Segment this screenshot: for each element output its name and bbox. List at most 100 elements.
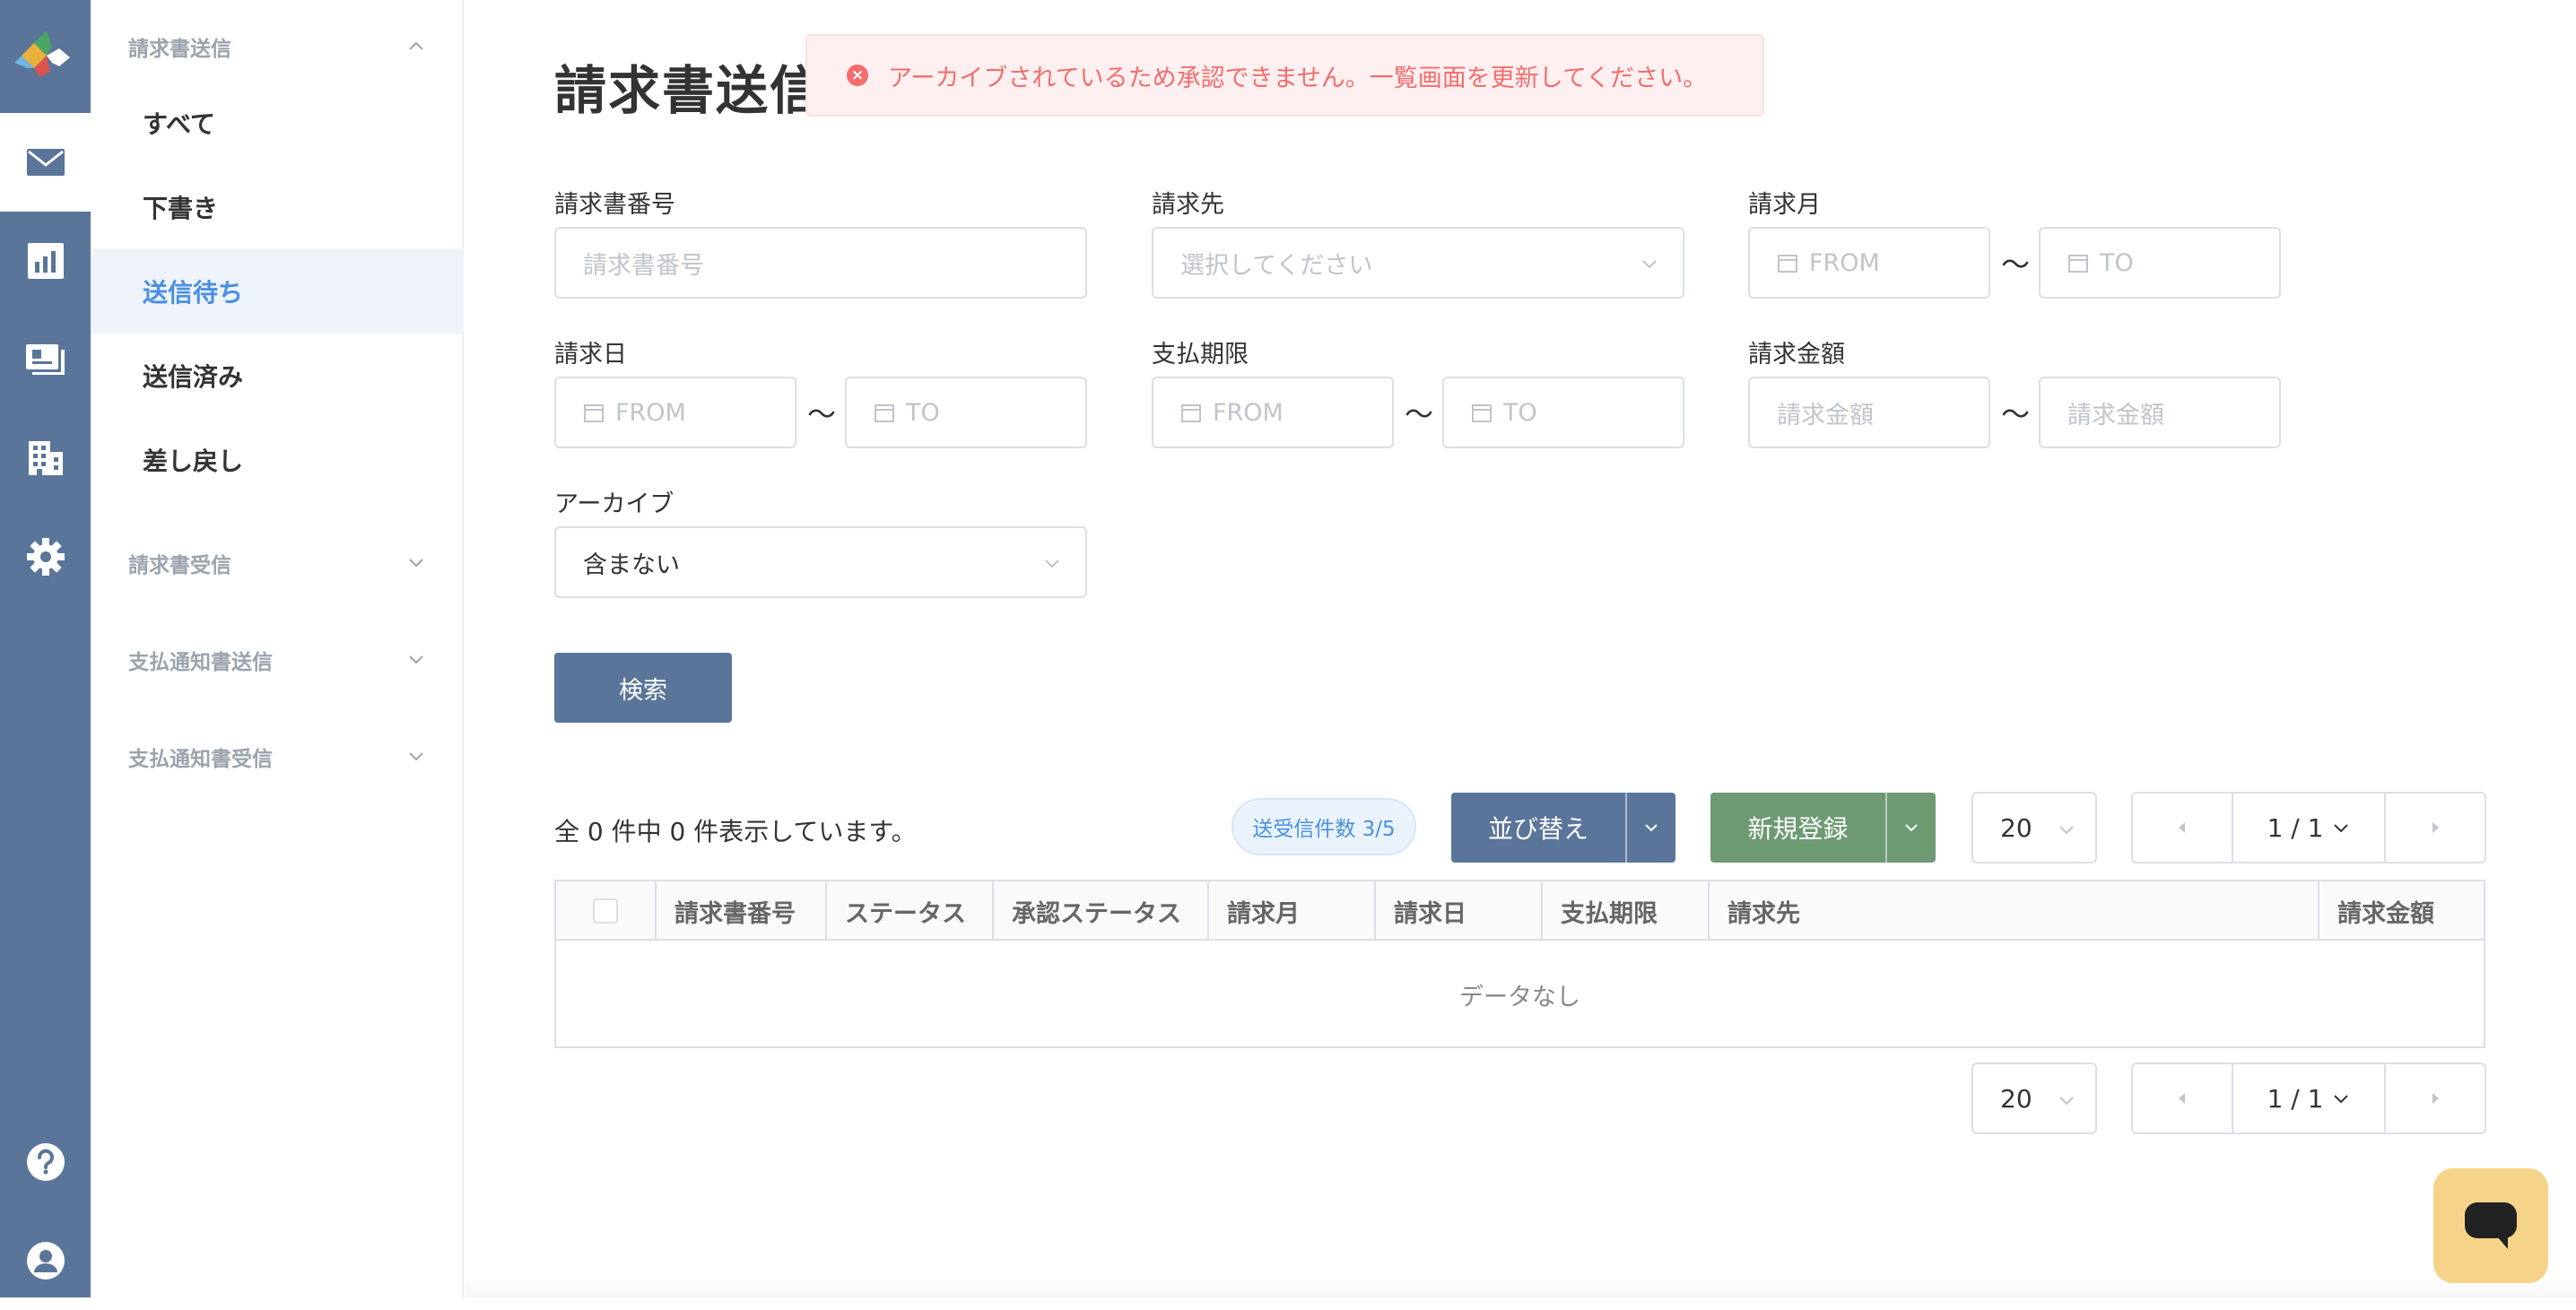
id-card-icon[interactable] xyxy=(0,310,91,409)
column-header[interactable]: 請求日 xyxy=(1376,881,1543,941)
chevron-down-icon xyxy=(2059,1097,2074,1106)
result-count-text: 全 0 件中 0 件表示しています。 xyxy=(554,817,917,846)
mail-icon[interactable] xyxy=(0,113,91,212)
error-icon: × xyxy=(847,65,868,86)
due-date-to-input[interactable]: TO xyxy=(1442,377,1684,448)
caret-right-icon xyxy=(2432,822,2439,833)
column-header[interactable]: 請求月 xyxy=(1209,881,1376,941)
chevron-down-icon xyxy=(409,559,423,568)
error-toast: × アーカイブされているため承認できません。一覧画面を更新してください。 xyxy=(805,34,1764,117)
chat-support-button[interactable] xyxy=(2433,1168,2548,1283)
new-register-dropdown-toggle[interactable] xyxy=(1885,793,1936,863)
chevron-down-icon xyxy=(409,752,423,761)
calendar-icon xyxy=(1181,404,1201,422)
page-indicator-text: 1 / 1 xyxy=(2267,812,2324,843)
sidebar-item-returned[interactable]: 差し戻し xyxy=(91,418,464,502)
search-button[interactable]: 検索 xyxy=(554,653,732,723)
toast-message: アーカイブされているため承認できません。一覧画面を更新してください。 xyxy=(888,64,1708,92)
prev-page-button[interactable] xyxy=(2133,794,2232,862)
amount-to-input[interactable]: 請求金額 xyxy=(2039,377,2281,448)
main-content: 請求書送信 × アーカイブされているため承認できません。一覧画面を更新してくださ… xyxy=(466,0,2576,1297)
page-size-select-bottom[interactable]: 20 xyxy=(1971,1063,2097,1134)
select-all-cell xyxy=(556,881,657,941)
due-date-label: 支払期限 xyxy=(1152,341,1249,369)
menu-group-payment-notice-send[interactable]: 支払通知書送信 xyxy=(91,633,464,687)
empty-state-text: データなし xyxy=(1459,983,1580,1011)
chevron-down-icon xyxy=(409,655,423,664)
chevron-down-icon xyxy=(1642,260,1657,269)
sort-dropdown-toggle[interactable] xyxy=(1625,793,1675,863)
calendar-icon xyxy=(1472,404,1492,422)
range-separator: ～ xyxy=(1405,397,1434,431)
bottom-edge-shadow xyxy=(466,1278,2576,1297)
building-icon[interactable] xyxy=(0,409,91,508)
billing-date-from-input[interactable]: FROM xyxy=(554,377,796,448)
menu-group-invoice-receive[interactable]: 請求書受信 xyxy=(91,536,464,590)
new-register-button[interactable]: 新規登録 xyxy=(1710,793,1936,863)
menu-group-label: 支払通知書送信 xyxy=(128,651,273,674)
next-page-button[interactable] xyxy=(2386,1064,2485,1132)
archive-select[interactable]: 含まない xyxy=(554,526,1087,598)
chevron-down-icon xyxy=(2334,824,2349,833)
page-size-value: 20 xyxy=(2000,812,2032,843)
help-icon[interactable] xyxy=(0,1113,91,1211)
calendar-icon xyxy=(1778,255,1797,273)
sidebar-item-sent[interactable]: 送信済み xyxy=(91,334,464,418)
billing-date-label: 請求日 xyxy=(554,341,627,369)
bar-chart-icon[interactable] xyxy=(0,212,91,310)
column-header[interactable]: 承認ステータス xyxy=(994,881,1209,941)
app-logo-icon[interactable] xyxy=(0,0,91,113)
invoice-number-input[interactable]: 請求書番号 xyxy=(554,227,1087,299)
due-date-from-placeholder: FROM xyxy=(1213,398,1284,427)
page-title: 請求書送信 xyxy=(554,60,824,121)
page-size-select[interactable]: 20 xyxy=(1971,792,2097,863)
menu-group-invoice-send[interactable]: 請求書送信 xyxy=(91,20,464,74)
recipient-select[interactable]: 選択してください xyxy=(1152,227,1684,299)
column-header[interactable]: 請求書番号 xyxy=(657,881,827,941)
sort-button[interactable]: 並び替え xyxy=(1451,793,1675,863)
invoice-table: 請求書番号 ステータス 承認ステータス 請求月 請求日 支払期限 請求先 請求金… xyxy=(554,880,2485,1048)
menu-group-payment-notice-receive[interactable]: 支払通知書受信 xyxy=(91,730,464,784)
billing-date-from-placeholder: FROM xyxy=(615,398,686,427)
gear-icon[interactable] xyxy=(0,508,91,606)
column-header[interactable]: 請求先 xyxy=(1710,881,2319,941)
billing-month-from-input[interactable]: FROM xyxy=(1748,227,1990,299)
billing-date-to-input[interactable]: TO xyxy=(845,377,1087,448)
pagination-top: 1 / 1 xyxy=(2131,792,2486,863)
page-indicator-select[interactable]: 1 / 1 xyxy=(2232,794,2386,862)
calendar-icon xyxy=(2068,255,2088,273)
user-icon[interactable] xyxy=(0,1211,91,1310)
page-indicator-select[interactable]: 1 / 1 xyxy=(2232,1064,2386,1132)
billing-month-from-placeholder: FROM xyxy=(1809,248,1880,277)
amount-to-placeholder: 請求金額 xyxy=(2067,401,2164,429)
chevron-down-icon xyxy=(1645,824,1658,832)
select-all-checkbox[interactable] xyxy=(593,898,618,924)
billing-month-to-input[interactable]: TO xyxy=(2039,227,2281,299)
amount-from-input[interactable]: 請求金額 xyxy=(1748,377,1990,448)
invoice-number-placeholder: 請求書番号 xyxy=(583,251,704,280)
caret-right-icon xyxy=(2432,1093,2439,1104)
menu-group-label: 請求書送信 xyxy=(128,38,231,61)
sidebar-item-all[interactable]: すべて xyxy=(91,81,464,165)
due-date-from-input[interactable]: FROM xyxy=(1152,377,1394,448)
billing-date-to-placeholder: TO xyxy=(906,398,940,427)
sidebar-item-draft[interactable]: 下書き xyxy=(91,165,464,249)
range-separator: ～ xyxy=(807,397,837,431)
chat-bubble-icon xyxy=(2465,1202,2517,1249)
prev-page-button[interactable] xyxy=(2133,1064,2232,1132)
column-header[interactable]: 請求金額 xyxy=(2319,881,2485,941)
chevron-down-icon xyxy=(1045,560,1059,568)
calendar-icon xyxy=(875,404,894,422)
sidebar-item-pending-send[interactable]: 送信待ち xyxy=(91,249,464,334)
range-separator: ～ xyxy=(2001,247,2031,282)
table-header: 請求書番号 ステータス 承認ステータス 請求月 請求日 支払期限 請求先 請求金… xyxy=(556,881,2484,941)
icon-rail xyxy=(0,0,91,1297)
chevron-up-icon xyxy=(409,41,423,50)
column-header[interactable]: ステータス xyxy=(827,881,994,941)
next-page-button[interactable] xyxy=(2386,794,2485,862)
caret-left-icon xyxy=(2179,1093,2185,1104)
billing-month-label: 請求月 xyxy=(1748,191,1821,219)
column-header[interactable]: 支払期限 xyxy=(1543,881,1710,941)
billing-month-to-placeholder: TO xyxy=(2100,248,2134,277)
pagination-bottom: 1 / 1 xyxy=(2131,1063,2486,1134)
